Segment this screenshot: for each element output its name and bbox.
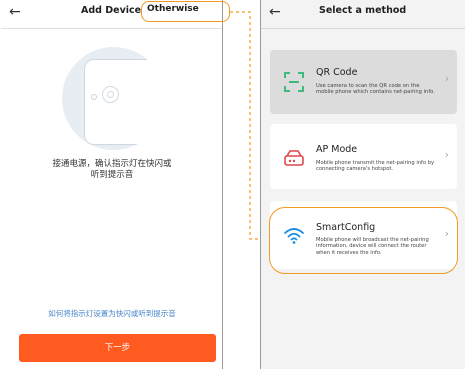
qr-scan-icon [284, 72, 304, 92]
indicator-help-link[interactable]: 如何将指示灯设置为快闪或听到提示音 [11, 308, 213, 319]
method-description: Mobile phone transmit the net-pairing in… [316, 160, 435, 173]
select-method-header: ← Select a method [261, 0, 465, 26]
chevron-right-icon: › [444, 72, 449, 85]
header-divider [261, 28, 465, 29]
camera-indicator-light [91, 94, 97, 100]
select-method-screen: ← Select a method QR Code Use camera to … [260, 0, 465, 369]
router-icon [284, 150, 304, 166]
page-title: Select a method [319, 5, 407, 16]
camera-body-icon [84, 59, 165, 145]
chevron-right-icon: › [444, 148, 449, 161]
back-arrow-icon[interactable]: ← [9, 3, 21, 21]
method-title: AP Mode [316, 144, 358, 155]
add-device-screen: ← Add Device 接通电源，确认指示灯在快闪或 听到提示音 如何将指示灯… [1, 0, 223, 369]
method-qr-code[interactable]: QR Code Use camera to scan the QR code o… [270, 50, 457, 114]
otherwise-highlight-ring [141, 1, 230, 22]
next-step-button[interactable]: 下一步 [19, 334, 216, 362]
camera-lens-inner [107, 91, 114, 98]
page-title: Add Device [81, 5, 142, 16]
camera-lens-icon [102, 86, 119, 103]
smartconfig-highlight-ring [269, 207, 458, 274]
method-ap-mode[interactable]: AP Mode Mobile phone transmit the net-pa… [270, 124, 457, 189]
back-arrow-icon[interactable]: ← [269, 3, 281, 21]
method-description: Use camera to scan the QR code on the mo… [316, 83, 435, 96]
method-title: QR Code [316, 67, 358, 78]
instruction-text-line2: 听到提示音 [90, 170, 134, 180]
camera-illustration [62, 47, 165, 150]
header-divider [1, 28, 222, 29]
